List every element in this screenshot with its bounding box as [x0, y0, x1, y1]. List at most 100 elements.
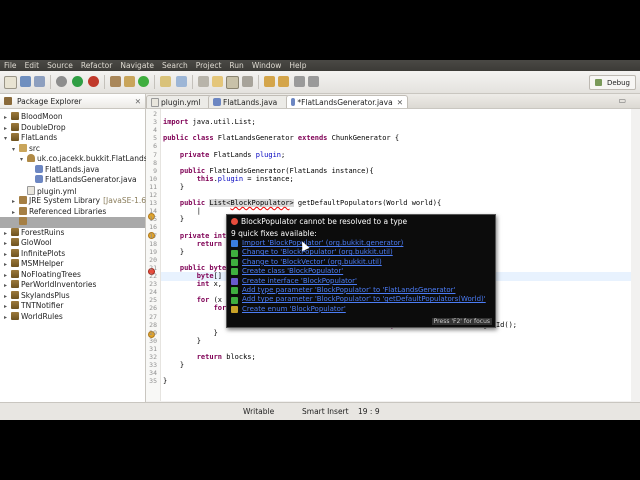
perspective-switcher[interactable]: Debug	[588, 75, 636, 90]
tree-item-label: FlatLands.java	[45, 164, 100, 174]
menu-source[interactable]: Source	[43, 61, 77, 70]
tab-plugin-yml[interactable]: plugin.yml	[146, 95, 212, 108]
save-all-icon[interactable]	[34, 76, 45, 87]
new-package-icon[interactable]	[124, 76, 135, 87]
forward-icon[interactable]	[308, 76, 319, 87]
tree-item[interactable]: plugin.yml	[0, 185, 145, 197]
open-type-icon[interactable]	[160, 76, 171, 87]
line-number: 31	[149, 344, 157, 353]
quick-fix-label: Import 'BlockPopulator' (org.bukkit.gene…	[242, 239, 404, 247]
line-number: 7	[153, 150, 157, 159]
close-tab-icon[interactable]: ✕	[397, 98, 403, 107]
tree-item[interactable]: ▸ SkylandsPlus	[0, 290, 145, 302]
line-number: 15	[149, 215, 157, 224]
vertical-scrollbar[interactable]	[631, 109, 640, 401]
quick-fix-item[interactable]: Change to 'BlockVector' (org.bukkit.util…	[231, 258, 493, 267]
project-icon	[11, 248, 19, 257]
tree-item[interactable]: ▾ uk.co.jacekk.bukkit.FlatLands	[0, 154, 148, 165]
tree-item-label: uk.co.jacekk.bukkit.FlatLands	[37, 154, 148, 163]
import-icon	[231, 240, 238, 248]
menu-search[interactable]: Search	[158, 61, 192, 70]
package-explorer: Package Explorer ✕ ▸ BloodMoon ▸ DoubleDrop…	[0, 94, 149, 402]
line-number: 27	[149, 312, 157, 321]
quick-fix-item[interactable]: Create enum 'BlockPopulator'	[231, 305, 493, 314]
expand-arrow-icon[interactable]: ▸	[4, 313, 11, 324]
eclipse-window: File Edit Source Refactor Navigate Search Proj…	[0, 60, 640, 420]
package-explorer-label: Package Explorer	[17, 96, 82, 106]
menu-run[interactable]: Run	[225, 61, 247, 70]
tree-item[interactable]: ▸ MSMHelper	[0, 259, 145, 270]
tree-item[interactable]: FlatLandsGenerator.java	[0, 175, 145, 186]
toggle-mark-icon[interactable]	[198, 76, 209, 87]
quick-fix-item[interactable]: Create interface 'BlockPopulator'	[231, 277, 493, 286]
tree-item[interactable]: ▸ BloodMoon	[0, 112, 145, 123]
yml-file-icon	[27, 185, 35, 195]
tab-flatlands-java[interactable]: FlatLands.java	[208, 95, 290, 108]
debug-icon[interactable]	[56, 76, 67, 87]
show-whitespace-icon[interactable]	[242, 76, 253, 87]
tree-item[interactable]: ▸ DoubleDrop	[0, 122, 145, 134]
line-number: 20	[149, 255, 157, 264]
menu-file[interactable]: File	[0, 61, 21, 70]
quick-fix-item[interactable]: Add type parameter 'BlockPopulator' to '…	[231, 286, 493, 295]
previous-annotation-icon[interactable]	[278, 76, 289, 87]
highlight-icon[interactable]	[212, 76, 223, 87]
menu-refactor[interactable]: Refactor	[77, 61, 116, 70]
java-file-icon	[213, 98, 221, 106]
menu-project[interactable]: Project	[192, 61, 226, 70]
quick-fix-item[interactable]: Change to 'BlockPopulator' (org.bukkit.u…	[231, 248, 493, 257]
block-selection-icon[interactable]	[226, 76, 239, 89]
tree-item[interactable]: FlatLands.java	[0, 164, 145, 176]
line-number: 16	[149, 223, 157, 232]
external-tools-icon[interactable]	[88, 76, 99, 87]
project-icon	[11, 133, 19, 141]
save-icon[interactable]	[20, 76, 31, 87]
new-java-project-icon[interactable]	[110, 76, 121, 87]
tree-item[interactable]: ▾ src	[0, 143, 145, 155]
tree-item[interactable]: ▸ JRE System Library [JavaSE-1.6]	[0, 196, 149, 207]
line-number: 9	[153, 166, 157, 175]
line-number: 25	[149, 296, 157, 305]
code-line: }	[163, 377, 168, 386]
new-class-icon[interactable]	[138, 76, 149, 87]
quick-fix-item[interactable]: Add type parameter 'BlockPopulator' to '…	[231, 295, 493, 304]
tree-item[interactable]: ▸ TNTNotifier	[0, 301, 145, 312]
toolbar-separator	[50, 75, 51, 89]
tab-flatlandsgenerator-java[interactable]: *FlatLandsGenerator.java ✕	[286, 95, 408, 108]
tree-item[interactable]: ▸ NoFloatingTrees	[0, 269, 145, 281]
menu-edit[interactable]: Edit	[21, 61, 44, 70]
menu-help[interactable]: Help	[285, 61, 310, 70]
package-icon	[27, 154, 35, 162]
run-icon[interactable]	[72, 76, 83, 87]
interface-icon	[231, 277, 238, 285]
tree-item[interactable]: ▾ FlatLands	[0, 133, 145, 144]
line-number: 19	[149, 247, 157, 256]
new-icon[interactable]	[4, 76, 17, 89]
search-icon[interactable]	[176, 76, 187, 87]
close-icon[interactable]: ✕	[135, 97, 141, 106]
next-annotation-icon[interactable]	[264, 76, 275, 87]
menu-window[interactable]: Window	[248, 61, 286, 70]
quick-fix-item[interactable]: Create class 'BlockPopulator'	[231, 267, 493, 276]
change-icon	[231, 258, 238, 266]
tree-item[interactable]: ▸ WorldRules	[0, 311, 145, 324]
code-line: public class FlatLandsGenerator extends …	[163, 134, 400, 143]
tree-item[interactable]: ▸ PerWorldInventories	[0, 280, 145, 291]
line-number: 21	[149, 263, 157, 272]
code-line: import java.util.List;	[163, 118, 256, 127]
quick-fix-label: Add type parameter 'BlockPopulator' to '…	[242, 285, 456, 294]
tree-item-label: plugin.yml	[37, 186, 77, 196]
tree-item[interactable]: ▸ Referenced Libraries	[0, 206, 145, 218]
package-explorer-tab[interactable]: Package Explorer ✕	[0, 94, 145, 109]
tree-item[interactable]: ▸ InfinitePlots	[0, 248, 145, 260]
menu-navigate[interactable]: Navigate	[116, 61, 158, 70]
tree-item[interactable]: ▸ ForestRuins	[0, 227, 145, 239]
tree-item[interactable]: ▸ GloWool	[0, 238, 145, 249]
tree-item[interactable]	[0, 217, 145, 228]
minimize-icon[interactable]: ▭	[618, 96, 626, 105]
line-number: 35	[149, 377, 157, 386]
back-icon[interactable]	[294, 76, 305, 87]
enum-icon	[231, 305, 238, 313]
quick-fix-item[interactable]: Import 'BlockPopulator' (org.bukkit.gene…	[231, 239, 493, 248]
line-number: 13	[149, 199, 157, 208]
